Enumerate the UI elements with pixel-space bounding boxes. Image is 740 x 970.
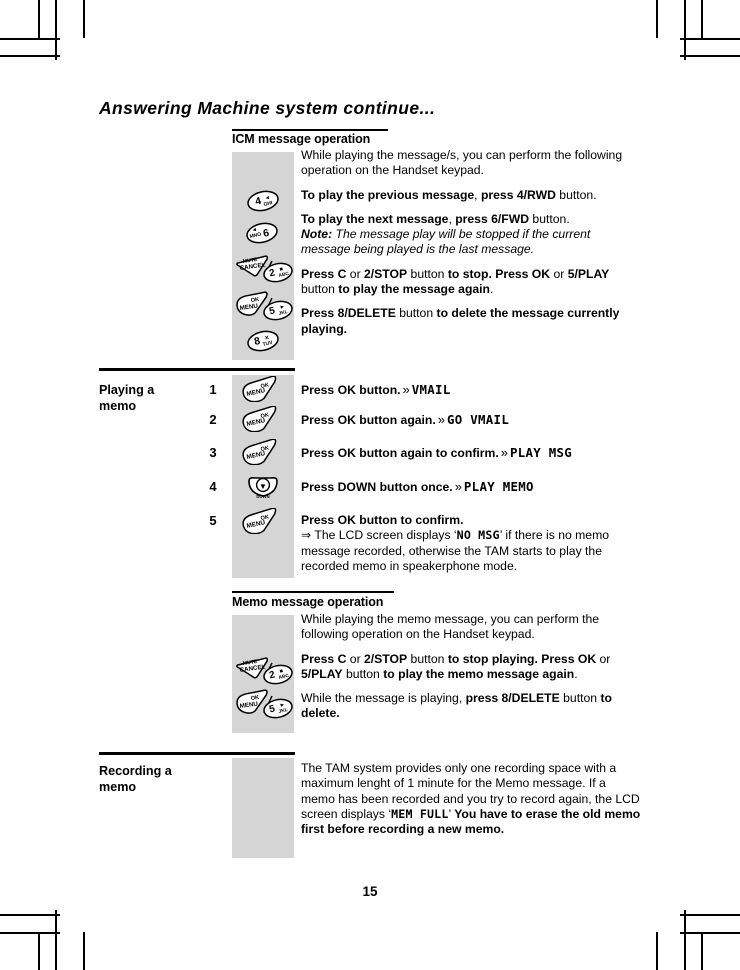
crop-mark-top-right-v	[684, 0, 686, 60]
recording-a-memo-icon-column	[232, 758, 294, 858]
step-number-1: 1	[209, 382, 217, 397]
icm-paragraph-3: To play the next message, press 6/FWD bu…	[301, 211, 591, 257]
crop-mark-bottom-left-h	[0, 914, 60, 916]
icm-paragraph-5: Press 8/DELETE button to delete the mess…	[301, 306, 620, 336]
icm-paragraph-4: Press C or 2/STOP button to stop. Press …	[301, 266, 610, 297]
crop-mark-top-left-inner-h	[0, 38, 60, 40]
step-note-bullet-5: ⇒	[301, 528, 312, 543]
icm-paragraph-2: To play the previous message, press 4/RW…	[301, 187, 597, 202]
key-ok-menu-icon-step3: OK MENU	[239, 438, 287, 470]
memo-body-text: While playing the memo message, you can …	[301, 612, 641, 722]
step-text-4: Press DOWN button once.» PLAY MEMO	[301, 479, 646, 495]
step-text-3: Press OK button again to confirm.» PLAY M…	[301, 445, 646, 461]
step-text-1: Press OK button.» VMAIL	[301, 382, 646, 398]
key-ok-menu-icon-step1: OK MENU	[239, 375, 287, 407]
icm-body-text: While playing the message/s, you can per…	[301, 148, 641, 337]
icm-section-heading: ICM message operation	[232, 132, 371, 146]
crop-mark-top-left-h	[0, 55, 60, 57]
crop-mark-bottom-right-h	[680, 914, 740, 916]
crop-mark-bottom-left-v	[55, 910, 57, 970]
page-title: Answering Machine system continue...	[99, 98, 436, 118]
lcd-readout-1: VMAIL	[411, 382, 451, 397]
step-instruction-5: Press OK button to confirm.	[301, 513, 464, 527]
lcd-readout-5: NO MSG	[456, 528, 500, 543]
key-5-jkl-icon-memo: 5 ► JKL	[262, 698, 294, 724]
crop-mark-bottom-right-inner-h	[680, 932, 740, 934]
crop-mark-top-right-h	[680, 55, 740, 57]
step-instruction-2: Press OK button again.	[301, 413, 436, 427]
key-ok-menu-icon-step2: OK MENU	[239, 405, 287, 437]
step-separator-4: »	[454, 479, 462, 494]
crop-mark-bottom-right-v	[684, 910, 686, 970]
recording-a-memo-paragraph: The TAM system provides only one recordi…	[301, 761, 641, 837]
crop-mark-top-right-inner-h	[680, 38, 740, 40]
crop-mark-top-left-inner-v	[38, 0, 40, 38]
memo-paragraph-2: Press C or 2/STOP button to stop playing…	[301, 651, 611, 681]
key-8-tuv-icon: 8 ✕ TUV	[246, 330, 280, 357]
key-down-arrow-icon-step4: ▼ DOWN	[247, 475, 279, 504]
icm-paragraph-1: While playing the message/s, you can per…	[301, 148, 623, 178]
crop-mark-bottom-right-bleed-v	[656, 932, 658, 970]
crop-mark-top-left-bleed-v	[83, 0, 85, 38]
crop-mark-top-left-v	[55, 0, 57, 60]
memo-paragraph-1: While playing the memo message, you can …	[301, 612, 600, 642]
step-number-4: 4	[209, 479, 217, 494]
lcd-readout-2: GO VMAIL	[447, 412, 510, 427]
step-instruction-3: Press OK button again to confirm.	[301, 446, 499, 460]
crop-mark-bottom-left-inner-h	[0, 932, 60, 934]
crop-mark-top-right-bleed-v	[656, 0, 658, 38]
key-ok-menu-icon-step5: OK MENU	[239, 507, 287, 539]
key-2-abc-icon: 2 ■ ABC	[262, 262, 294, 288]
step-number-2: 2	[209, 412, 217, 427]
crop-mark-bottom-left-inner-v	[38, 932, 40, 970]
step-separator-3: »	[500, 445, 508, 460]
recording-a-memo-label: Recording a memo	[99, 764, 172, 794]
rule-above-playing-a-memo	[99, 368, 295, 371]
rule-above-recording-a-memo	[99, 752, 295, 755]
step-text-5: Press OK button to confirm. ⇒ The LCD scr…	[301, 513, 646, 574]
memo-paragraph-3: While the message is playing, press 8/DE…	[301, 691, 612, 721]
svg-text:DOWN: DOWN	[256, 494, 269, 499]
step-note-pre-5: The LCD screen displays ‘	[314, 528, 457, 543]
playing-a-memo-label: Playing a memo	[99, 383, 155, 413]
page-number: 15	[362, 884, 378, 899]
step-separator-1: »	[402, 382, 410, 397]
step-instruction-1: Press OK button.	[301, 383, 401, 397]
crop-mark-bottom-left-bleed-v	[83, 932, 85, 970]
step-number-5: 5	[209, 513, 217, 528]
memo-section-heading: Memo message operation	[232, 595, 384, 609]
lcd-readout-4: PLAY MEMO	[463, 479, 534, 494]
step-instruction-4: Press DOWN button once.	[301, 480, 453, 494]
lcd-readout-3: PLAY MSG	[509, 445, 573, 460]
key-2-abc-icon-memo: 2 ■ ABC	[262, 664, 294, 690]
step-number-3: 3	[209, 445, 217, 460]
rule-above-memo-heading	[232, 591, 394, 594]
lcd-readout-mem-full: MEM FULL	[391, 806, 449, 821]
step-separator-2: »	[437, 412, 445, 427]
key-4-ghi-icon: 4 ◄ GHI	[246, 190, 280, 217]
crop-mark-top-right-inner-v	[701, 0, 703, 38]
recording-a-memo-body-text: The TAM system provides only one recordi…	[301, 761, 641, 837]
key-5-jkl-icon: 5 ► JKL	[262, 300, 294, 326]
crop-mark-bottom-right-inner-v	[701, 932, 703, 970]
manual-page: Answering Machine system continue... ICM…	[0, 0, 740, 970]
key-6-mno-icon: 6 ◄ MNO	[245, 222, 279, 249]
step-text-2: Press OK button again.» GO VMAIL	[301, 412, 646, 428]
svg-text:▼: ▼	[259, 482, 267, 491]
